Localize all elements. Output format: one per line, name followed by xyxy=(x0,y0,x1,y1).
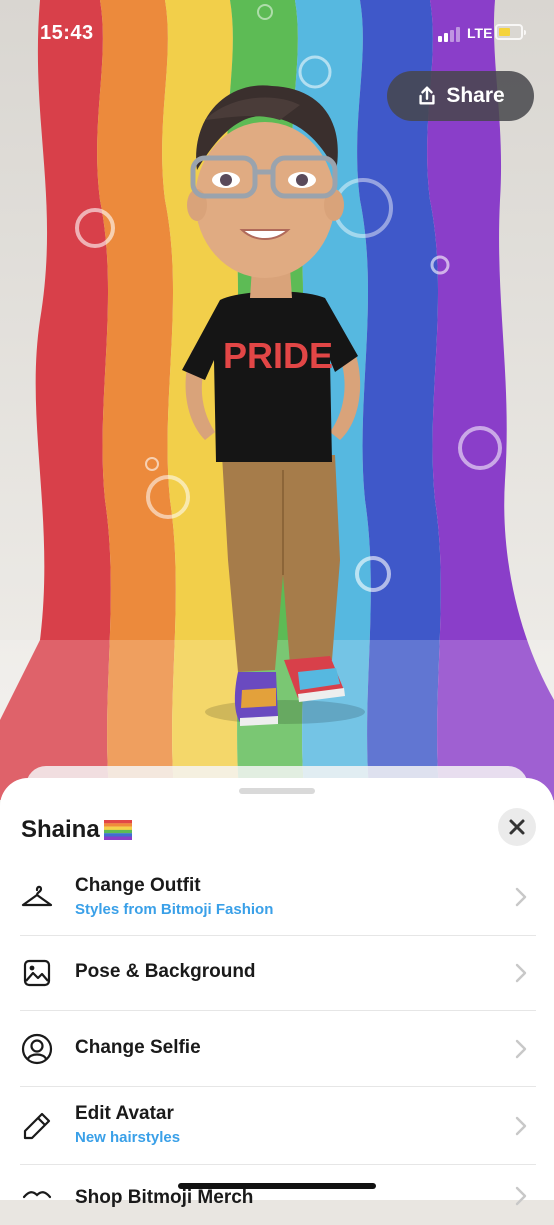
share-upload-icon xyxy=(419,86,435,105)
menu-item-label: Pose & Background xyxy=(75,961,256,982)
close-button[interactable] xyxy=(498,808,536,846)
selfie-icon xyxy=(21,1033,53,1065)
battery-icon xyxy=(495,24,526,40)
sheet-title: Shaina xyxy=(21,816,132,844)
close-icon xyxy=(509,819,525,835)
menu-item-label: Shop Bitmoji Merch xyxy=(75,1187,254,1208)
merch-icon xyxy=(22,1191,52,1199)
menu-item-shop-merch[interactable]: Shop Bitmoji Merch xyxy=(0,1165,554,1225)
status-time: 15:43 xyxy=(40,22,94,44)
home-indicator[interactable] xyxy=(178,1183,376,1189)
chevron-right-icon xyxy=(515,887,527,907)
chevron-right-icon xyxy=(515,1116,527,1136)
share-button[interactable]: Share xyxy=(387,71,534,121)
menu-item-change-selfie[interactable]: Change Selfie xyxy=(0,1011,554,1087)
chevron-right-icon xyxy=(515,1186,527,1206)
menu-item-pose-background[interactable]: Pose & Background xyxy=(0,936,554,1011)
menu-item-label: Change Selfie xyxy=(75,1037,201,1058)
menu-item-sublabel: New hairstyles xyxy=(75,1129,181,1146)
rainbow-flag-icon xyxy=(103,820,132,840)
chevron-right-icon xyxy=(515,963,527,983)
share-label: Share xyxy=(446,84,505,107)
status-bar: 15:43 LTE xyxy=(0,0,554,64)
network-type: LTE xyxy=(467,25,493,41)
bottom-sheet: Shaina Change Outfit Styles from Bitmoji… xyxy=(0,778,554,1208)
hanger-icon xyxy=(21,885,53,907)
menu-item-label: Change Outfit xyxy=(75,875,201,896)
shirt-text: PRIDE xyxy=(223,335,333,376)
cellular-signal-icon xyxy=(438,26,462,42)
menu-item-sublabel: Styles from Bitmoji Fashion xyxy=(75,901,274,918)
chevron-right-icon xyxy=(515,1039,527,1059)
menu-item-change-outfit[interactable]: Change Outfit Styles from Bitmoji Fashio… xyxy=(0,858,554,936)
menu-item-edit-avatar[interactable]: Edit Avatar New hairstyles xyxy=(0,1087,554,1165)
pencil-icon xyxy=(23,1112,51,1140)
avatar-name: Shaina xyxy=(21,816,100,843)
menu-item-label: Edit Avatar xyxy=(75,1103,174,1124)
sheet-grabber[interactable] xyxy=(239,788,315,794)
image-icon xyxy=(23,959,51,987)
